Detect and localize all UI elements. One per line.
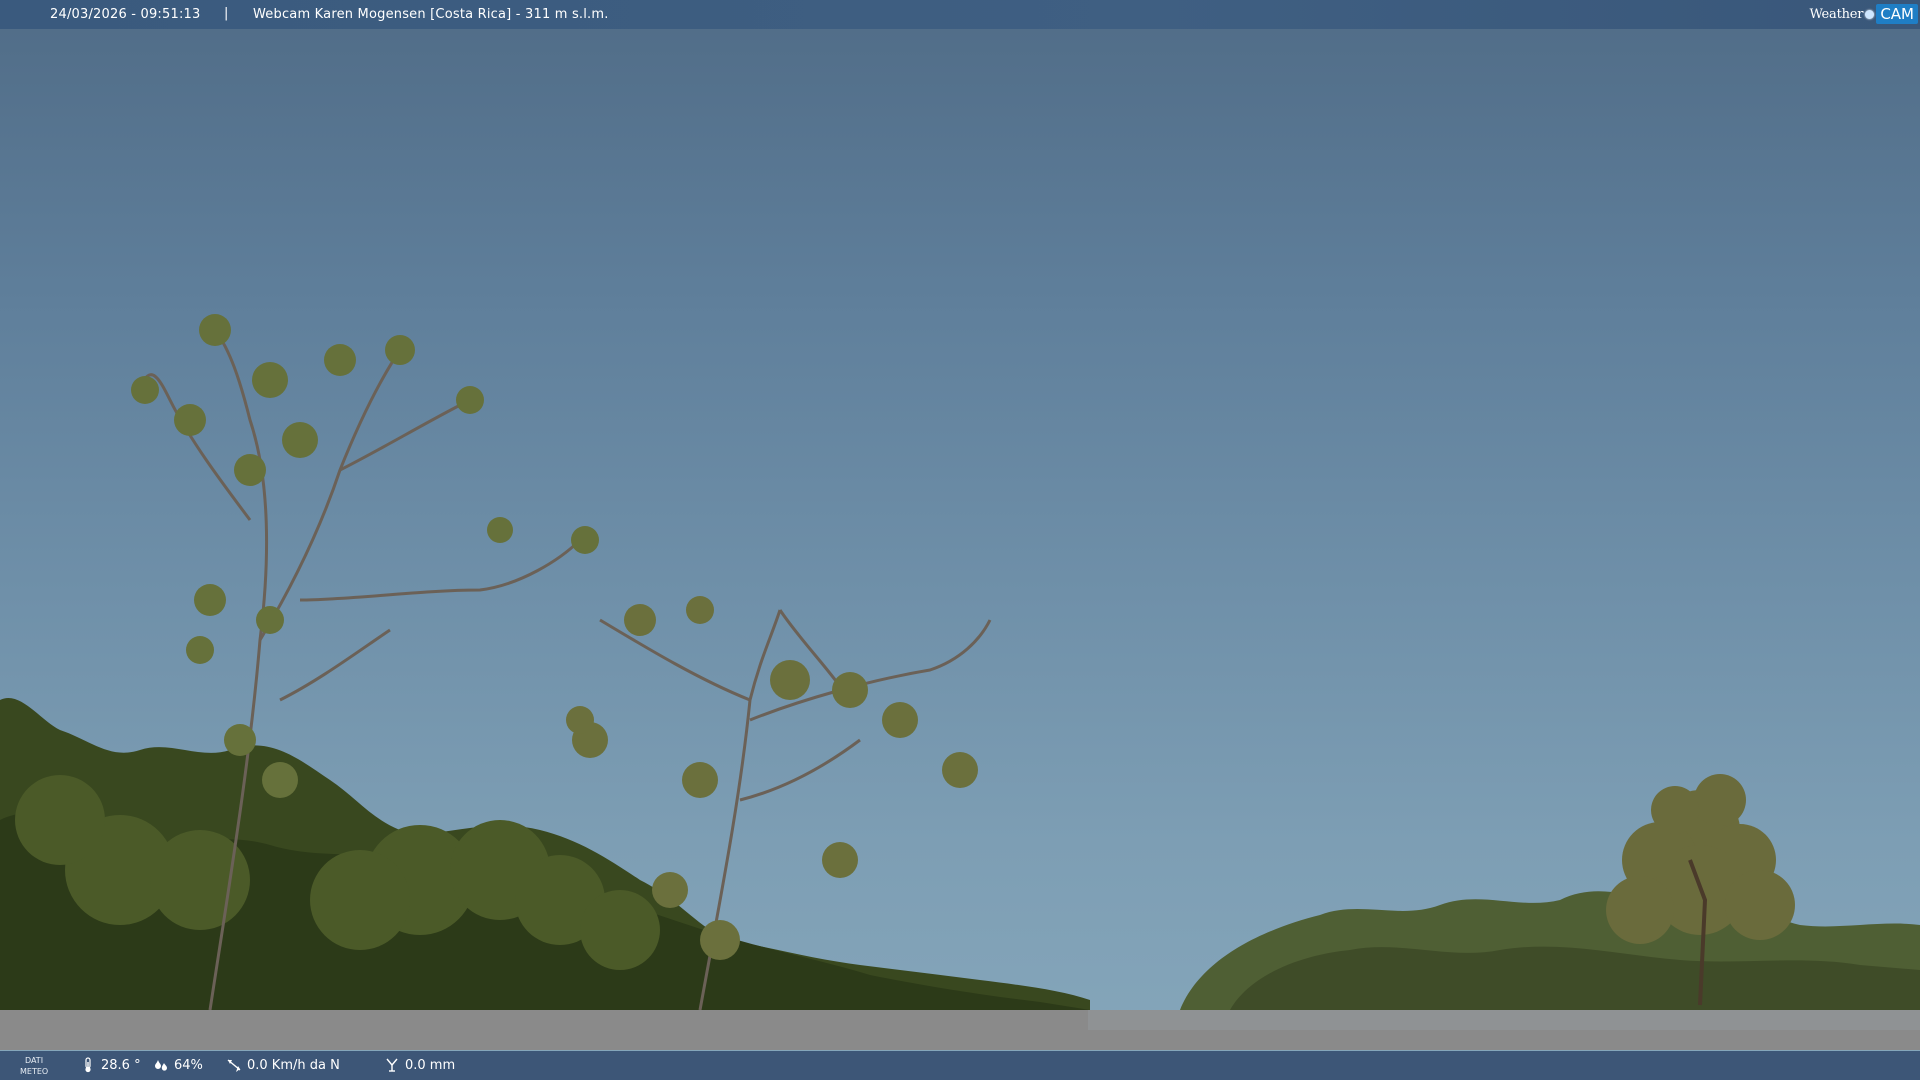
rain-reading: 0.0 mm (384, 1057, 455, 1073)
landscape-illustration (0, 314, 1920, 1011)
logo-dot-icon (1865, 9, 1875, 19)
weathercam-logo[interactable]: Weather CAM (1809, 3, 1918, 25)
temperature-value: 28.6 ° (101, 1057, 141, 1073)
wind-value: 0.0 Km/h da N (247, 1057, 340, 1073)
image-bottom-strip (0, 1010, 1920, 1050)
weather-data-bar: DATI METEO 28.6 ° 64% 0.0 Km/h da N 0.0 … (0, 1051, 1920, 1080)
logo-weather-text: Weather (1809, 6, 1864, 22)
temperature-reading: 28.6 ° (80, 1057, 141, 1073)
datetime-label: 24/03/2026 - 09:51:13 (50, 7, 201, 22)
dati-meteo-line1: DATI (24, 1056, 44, 1065)
thermometer-icon (85, 1057, 91, 1073)
strip-step (1088, 1010, 1920, 1030)
separator: | (224, 6, 229, 21)
logo-cam-text: CAM (1876, 4, 1918, 24)
webcam-title: Webcam Karen Mogensen [Costa Rica] - 311… (253, 7, 609, 22)
rain-value: 0.0 mm (405, 1057, 456, 1073)
humidity-value: 64% (174, 1057, 203, 1073)
wind-vane-icon (227, 1059, 241, 1072)
webcam-image (0, 0, 1920, 1080)
humidity-reading: 64% (153, 1057, 203, 1073)
tree-right (1606, 774, 1795, 944)
dati-meteo-label[interactable]: DATI METEO (20, 1055, 48, 1077)
wind-reading: 0.0 Km/h da N (226, 1057, 340, 1073)
humidity-drops-icon (155, 1060, 167, 1071)
dati-meteo-line2: METEO (20, 1067, 49, 1076)
rain-gauge-icon (386, 1058, 398, 1072)
top-info-bar: 24/03/2026 - 09:51:13 | Webcam Karen Mog… (0, 0, 1920, 29)
